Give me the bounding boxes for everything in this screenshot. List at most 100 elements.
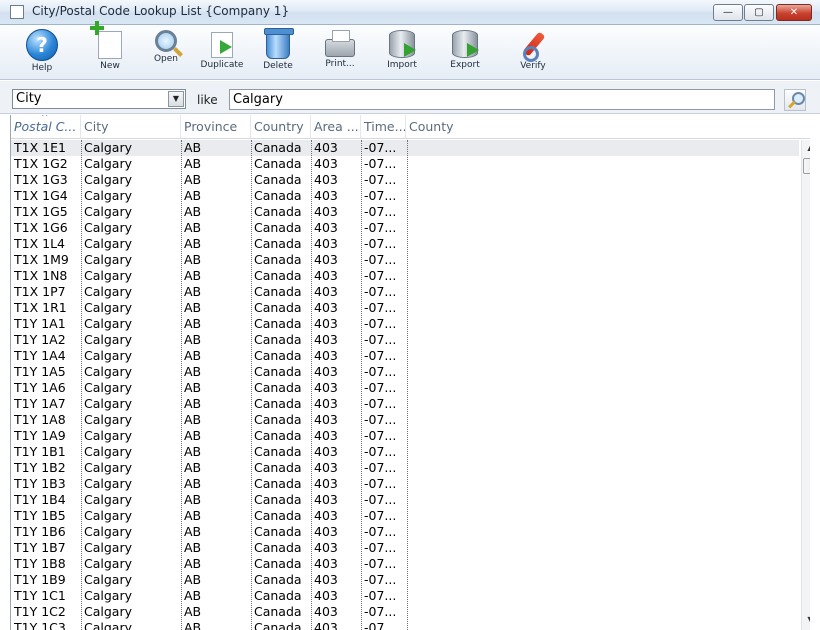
table-row[interactable]: T1Y 1C3 Calgary AB Canada 403 -07... (11, 620, 799, 630)
search-button[interactable] (784, 89, 806, 111)
close-button[interactable]: ✕ (776, 4, 812, 21)
scrollbar-thumb[interactable] (803, 158, 810, 174)
cell-country: Canada (254, 140, 302, 155)
column-header-country[interactable]: Country (251, 115, 311, 139)
table-row[interactable]: T1Y 1B1 Calgary AB Canada 403 -07... (11, 444, 799, 460)
table-row[interactable]: T1Y 1A7 Calgary AB Canada 403 -07... (11, 396, 799, 412)
table-row[interactable]: T1X 1P7 Calgary AB Canada 403 -07... (11, 284, 799, 300)
cell-country: Canada (254, 428, 302, 443)
table-row[interactable]: T1Y 1C1 Calgary AB Canada 403 -07... (11, 588, 799, 604)
minimize-button[interactable]: — (713, 4, 743, 21)
table-row[interactable]: T1Y 1B9 Calgary AB Canada 403 -07... (11, 572, 799, 588)
table-row[interactable]: T1X 1G3 Calgary AB Canada 403 -07... (11, 172, 799, 188)
table-row[interactable]: T1X 1G5 Calgary AB Canada 403 -07... (11, 204, 799, 220)
maximize-button[interactable]: ▢ (744, 4, 774, 21)
cell-time-zone: -07... (364, 540, 397, 555)
cell-time-zone: -07... (364, 348, 397, 363)
open-button[interactable]: Open (138, 27, 194, 77)
export-button[interactable]: Export (437, 27, 493, 77)
cell-province: AB (184, 620, 202, 630)
table-row[interactable]: T1Y 1B8 Calgary AB Canada 403 -07... (11, 556, 799, 572)
table-row[interactable]: T1Y 1A9 Calgary AB Canada 403 -07... (11, 428, 799, 444)
new-button[interactable]: New (82, 21, 138, 77)
table-row[interactable]: T1Y 1B6 Calgary AB Canada 403 -07... (11, 524, 799, 540)
table-row[interactable]: T1X 1G6 Calgary AB Canada 403 -07... (11, 220, 799, 236)
cell-postal-code: T1X 1G2 (14, 156, 68, 171)
toolbar: Help New Open Duplicate Delete Print... … (0, 21, 820, 80)
column-divider (407, 140, 408, 630)
cell-country: Canada (254, 572, 302, 587)
import-button[interactable]: Import (374, 27, 430, 77)
table-row[interactable]: T1Y 1A5 Calgary AB Canada 403 -07... (11, 364, 799, 380)
cell-city: Calgary (84, 172, 132, 187)
table-row[interactable]: T1X 1G4 Calgary AB Canada 403 -07... (11, 188, 799, 204)
cell-time-zone: -07... (364, 300, 397, 315)
cell-province: AB (184, 268, 202, 283)
table-row[interactable]: T1Y 1A4 Calgary AB Canada 403 -07... (11, 348, 799, 364)
cell-postal-code: T1Y 1A5 (14, 364, 66, 379)
chevron-down-icon[interactable]: ▼ (168, 91, 184, 107)
help-button[interactable]: Help (14, 27, 70, 77)
scroll-down-arrow-icon[interactable]: ▼ (802, 612, 810, 628)
field-select[interactable]: City ▼ (12, 89, 186, 109)
table-row[interactable]: T1Y 1C2 Calgary AB Canada 403 -07... (11, 604, 799, 620)
table-row[interactable]: T1X 1N8 Calgary AB Canada 403 -07... (11, 268, 799, 284)
table-row[interactable]: T1Y 1A8 Calgary AB Canada 403 -07... (11, 412, 799, 428)
cell-country: Canada (254, 492, 302, 507)
column-header-city[interactable]: City (81, 115, 181, 139)
table-row[interactable]: T1Y 1B4 Calgary AB Canada 403 -07... (11, 492, 799, 508)
cell-country: Canada (254, 300, 302, 315)
table-row[interactable]: T1X 1M9 Calgary AB Canada 403 -07... (11, 252, 799, 268)
column-header-province[interactable]: Province (181, 115, 251, 139)
scroll-up-arrow-icon[interactable]: ▲ (802, 140, 810, 156)
table-row[interactable]: T1X 1G2 Calgary AB Canada 403 -07... (11, 156, 799, 172)
cell-country: Canada (254, 444, 302, 459)
export-label: Export (450, 60, 480, 70)
table-row[interactable]: T1Y 1B5 Calgary AB Canada 403 -07... (11, 508, 799, 524)
cell-area-code: 403 (314, 316, 338, 331)
table-row[interactable]: T1Y 1A1 Calgary AB Canada 403 -07... (11, 316, 799, 332)
duplicate-button[interactable]: Duplicate (194, 27, 250, 77)
column-header-time-zone[interactable]: Time... (361, 115, 406, 139)
print-button[interactable]: Print... (312, 27, 368, 77)
cell-province: AB (184, 188, 202, 203)
cell-city: Calgary (84, 412, 132, 427)
cell-province: AB (184, 428, 202, 443)
cell-time-zone: -07... (364, 620, 397, 630)
table-row[interactable]: T1Y 1B2 Calgary AB Canada 403 -07... (11, 460, 799, 476)
verify-label: Verify (520, 61, 546, 71)
delete-button[interactable]: Delete (250, 27, 306, 77)
cell-city: Calgary (84, 620, 132, 630)
cell-postal-code: T1X 1G6 (14, 220, 68, 235)
column-header-postal-code[interactable]: ^ Postal C... (11, 115, 81, 139)
table-row[interactable]: T1X 1E1 Calgary AB Canada 403 -07... (11, 140, 799, 156)
table-row[interactable]: T1Y 1B7 Calgary AB Canada 403 -07... (11, 540, 799, 556)
cell-postal-code: T1X 1E1 (14, 140, 66, 155)
cell-area-code: 403 (314, 492, 338, 507)
vertical-scrollbar[interactable]: ▲ ▼ (801, 140, 810, 630)
cell-time-zone: -07... (364, 444, 397, 459)
lookup-grid[interactable]: ^ Postal C... City Province Country Area … (10, 115, 810, 630)
title-bar[interactable]: City/Postal Code Lookup List {Company 1}… (0, 0, 820, 25)
table-row[interactable]: T1Y 1A6 Calgary AB Canada 403 -07... (11, 380, 799, 396)
cell-province: AB (184, 444, 202, 459)
cell-area-code: 403 (314, 300, 338, 315)
table-row[interactable]: T1Y 1A2 Calgary AB Canada 403 -07... (11, 332, 799, 348)
column-header-area-code[interactable]: Area ... (311, 115, 361, 139)
cell-time-zone: -07... (364, 524, 397, 539)
cell-area-code: 403 (314, 540, 338, 555)
cell-area-code: 403 (314, 444, 338, 459)
table-row[interactable]: T1X 1L4 Calgary AB Canada 403 -07... (11, 236, 799, 252)
column-header-county[interactable]: County (406, 115, 506, 139)
cell-postal-code: T1X 1P7 (14, 284, 66, 299)
table-row[interactable]: T1X 1R1 Calgary AB Canada 403 -07... (11, 300, 799, 316)
cell-time-zone: -07... (364, 220, 397, 235)
sort-ascending-icon: ^ (41, 115, 49, 123)
cell-time-zone: -07... (364, 428, 397, 443)
table-row[interactable]: T1Y 1B3 Calgary AB Canada 403 -07... (11, 476, 799, 492)
verify-button[interactable]: Verify (505, 27, 561, 77)
import-label: Import (387, 60, 417, 70)
field-select-value: City (16, 91, 42, 106)
search-input[interactable]: Calgary (229, 89, 775, 110)
cell-time-zone: -07... (364, 188, 397, 203)
